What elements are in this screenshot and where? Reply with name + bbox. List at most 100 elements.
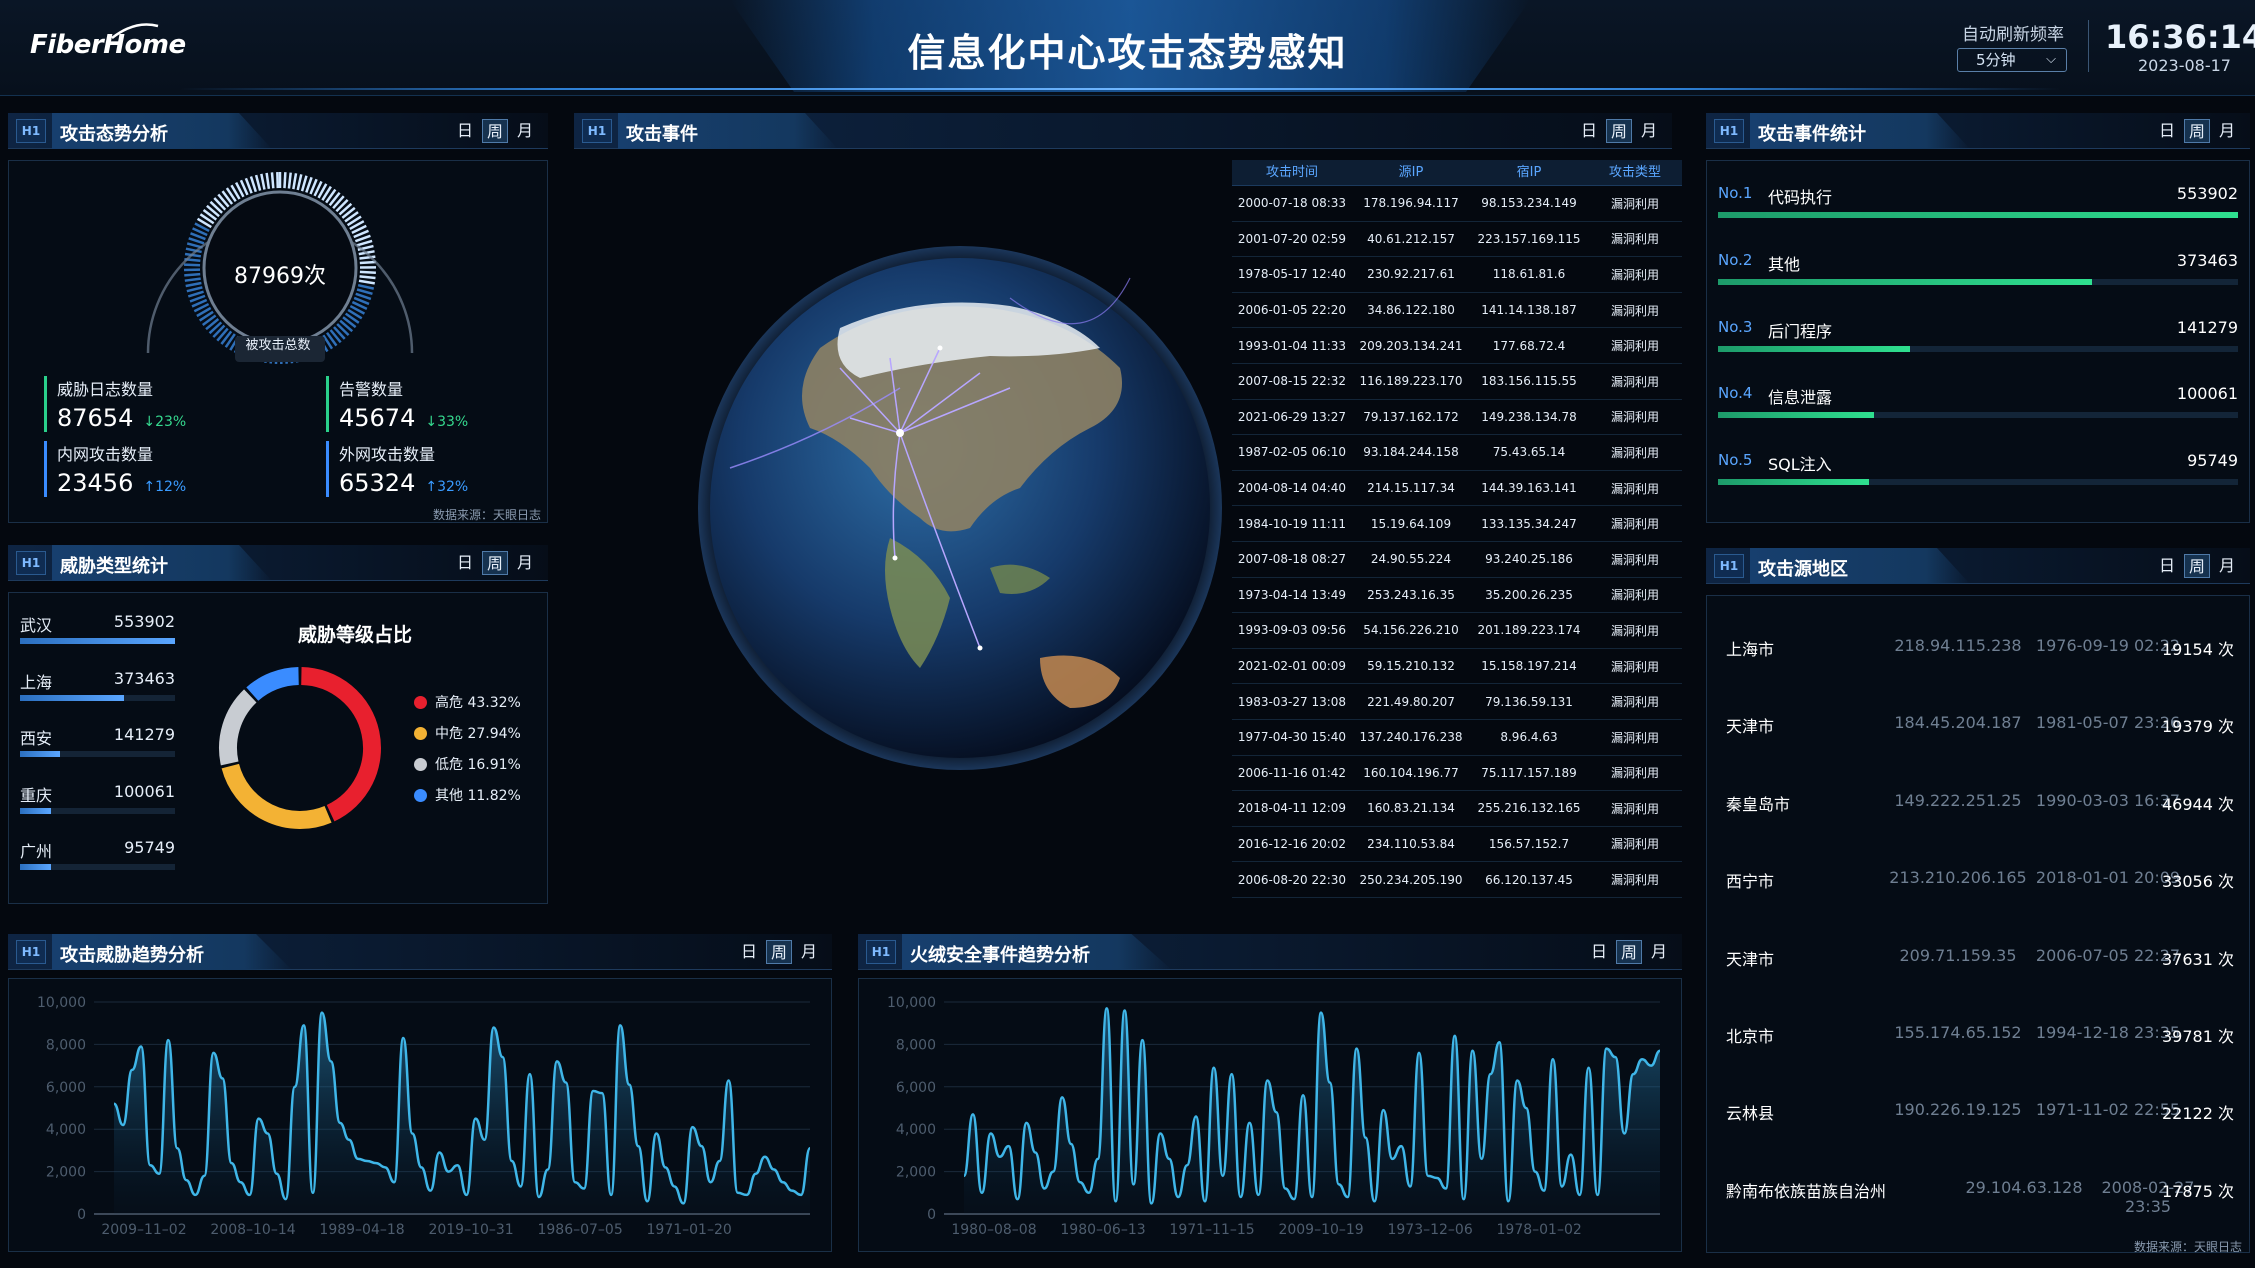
legend-item[interactable]: 低危 16.91% — [414, 754, 521, 774]
tab-week[interactable]: 周 — [482, 119, 508, 143]
tab-month[interactable]: 月 — [2214, 554, 2240, 578]
rank-bar-fill — [1718, 278, 2093, 285]
table-row[interactable]: 2000-07-18 08:33 178.196.94.117 98.153.234… — [1232, 186, 1682, 222]
table-row[interactable]: 1993-09-03 09:56 54.156.226.210 201.189.22… — [1232, 613, 1682, 649]
table-row[interactable]: 2006-11-16 01:42 160.104.196.77 75.117.157… — [1232, 756, 1682, 792]
region-row[interactable]: 上海市 218.94.115.238 1976-09-19 02:22 19154 次 — [1718, 636, 2238, 660]
tab-week[interactable]: 周 — [766, 940, 792, 964]
stat-value-row: 65324 ↑32% — [339, 469, 468, 497]
tab-month[interactable]: 月 — [2214, 119, 2240, 143]
legend-item[interactable]: 高危 43.32% — [414, 692, 521, 712]
table-cell: 79.136.59.131 — [1485, 694, 1573, 709]
table-row[interactable]: 2006-08-20 22:30 250.234.205.190 66.120.13… — [1232, 862, 1682, 898]
city-bar-track — [20, 751, 175, 757]
region-row[interactable]: 天津市 184.45.204.187 1981-05-07 23:26 19379 次 — [1718, 713, 2238, 737]
tab-month[interactable]: 月 — [796, 940, 822, 964]
region-name: 西宁市 — [1726, 872, 1775, 892]
tab-day[interactable]: 日 — [452, 119, 478, 143]
panel-h1-icon: H1 — [16, 551, 46, 575]
table-row[interactable]: 2018-04-11 12:09 160.83.21.134 255.216.132… — [1232, 791, 1682, 827]
tab-day[interactable]: 日 — [1586, 940, 1612, 964]
legend-item[interactable]: 中危 27.94% — [414, 723, 521, 743]
region-row[interactable]: 黔南布依族苗族自治州 29.104.63.128 2008-02-27 23:35 1… — [1718, 1178, 2238, 1216]
table-cell: 116.189.223.170 — [1359, 374, 1463, 389]
table-row[interactable]: 2016-12-16 20:02 234.110.53.84 156.57.152.… — [1232, 827, 1682, 863]
table-row[interactable]: 1987-02-05 06:10 93.184.244.158 75.43.65.1… — [1232, 435, 1682, 471]
attack-globe — [698, 246, 1222, 770]
table-row[interactable]: 1973-04-14 13:49 253.243.16.35 35.200.26.2… — [1232, 578, 1682, 614]
y-tick-label: 2,000 — [896, 1165, 936, 1181]
table-row[interactable]: 1993-01-04 11:33 209.203.134.241 177.68.72… — [1232, 328, 1682, 364]
table-cell: 2001-07-20 02:59 — [1237, 231, 1347, 246]
region-row[interactable]: 北京市 155.174.65.152 1994-12-18 23:35 39781 次 — [1718, 1023, 2238, 1047]
tab-month[interactable]: 月 — [1646, 940, 1672, 964]
rank-number: No.5 — [1718, 451, 1753, 470]
table-row[interactable]: 2006-01-05 22:20 34.86.122.180 141.14.138.… — [1232, 293, 1682, 329]
table-cell: 漏洞利用 — [1610, 267, 1659, 282]
region-row[interactable]: 秦皇岛市 149.222.251.25 1990-03-03 16:37 46944 … — [1718, 791, 2238, 815]
tab-day[interactable]: 日 — [2154, 119, 2180, 143]
tab-month[interactable]: 月 — [1636, 119, 1662, 143]
table-row[interactable]: 1984-10-19 11:11 15.19.64.109 133.135.34.2… — [1232, 506, 1682, 542]
table-cell: 漏洞利用 — [1610, 552, 1659, 567]
rank-number: No.2 — [1718, 250, 1753, 269]
x-tick-label: 2019–10–31 — [428, 1222, 513, 1238]
panel-title: 攻击事件 — [626, 124, 698, 145]
table-cell: 253.243.16.35 — [1367, 587, 1455, 602]
stat-change: ↑32% — [425, 479, 469, 495]
donut-segment[interactable] — [246, 667, 300, 702]
column-header[interactable]: 宿IP — [1470, 160, 1588, 185]
city-row: 武汉 553902 — [20, 612, 175, 644]
table-row[interactable]: 2021-02-01 00:09 59.15.210.132 15.158.197.… — [1232, 649, 1682, 685]
rank-value: 553902 — [2176, 184, 2238, 203]
table-row[interactable]: 2004-08-14 04:40 214.15.117.34 144.39.163.… — [1232, 471, 1682, 507]
table-cell: 133.135.34.247 — [1481, 516, 1577, 531]
table-cell: 2021-06-29 13:27 — [1237, 409, 1347, 424]
table-cell: 漏洞利用 — [1610, 445, 1659, 460]
tab-week[interactable]: 周 — [482, 551, 508, 575]
tab-day[interactable]: 日 — [1576, 119, 1602, 143]
table-cell: 35.200.26.235 — [1485, 587, 1573, 602]
tab-day[interactable]: 日 — [2154, 554, 2180, 578]
table-row[interactable]: 2001-07-20 02:59 40.61.212.157 223.157.169… — [1232, 222, 1682, 258]
tab-month[interactable]: 月 — [512, 551, 538, 575]
donut-segment[interactable] — [300, 667, 381, 822]
donut-segment[interactable] — [221, 763, 332, 829]
tab-month[interactable]: 月 — [512, 119, 538, 143]
refresh-frequency-select[interactable]: 5分钟 ⌵ — [1957, 48, 2067, 72]
column-header[interactable]: 攻击类型 — [1588, 160, 1682, 185]
tab-day[interactable]: 日 — [452, 551, 478, 575]
table-cell: 54.156.226.210 — [1363, 623, 1459, 638]
tab-day[interactable]: 日 — [736, 940, 762, 964]
table-cell: 255.216.132.165 — [1477, 801, 1581, 816]
region-row[interactable]: 云林县 190.226.19.125 1971-11-02 22:55 22122 次 — [1718, 1100, 2238, 1124]
donut-segment[interactable] — [219, 689, 257, 766]
tab-week[interactable]: 周 — [1616, 940, 1642, 964]
region-row[interactable]: 天津市 209.71.159.35 2006-07-05 22:27 37631 次 — [1718, 946, 2238, 970]
table-cell: 漏洞利用 — [1610, 410, 1659, 425]
tab-week[interactable]: 周 — [1606, 119, 1632, 143]
period-tabs: 日 周 月 — [452, 119, 538, 143]
panel-h1-icon: H1 — [16, 940, 46, 964]
source-region-header: H1 攻击源地区 日 周 月 — [1706, 548, 2250, 584]
table-row[interactable]: 1977-04-30 15:40 137.240.176.238 8.96.4.63… — [1232, 720, 1682, 756]
city-value: 100061 — [113, 781, 175, 801]
tab-week[interactable]: 周 — [2184, 119, 2210, 143]
table-row[interactable]: 1978-05-17 12:40 230.92.217.61 118.61.81.6… — [1232, 257, 1682, 293]
table-cell: 118.61.81.6 — [1492, 267, 1566, 282]
table-cell: 漏洞利用 — [1610, 695, 1659, 710]
column-header[interactable]: 源IP — [1352, 160, 1470, 185]
huorong-trend-header: H1 火绒安全事件趋势分析 日 周 月 — [858, 934, 1682, 970]
legend-item[interactable]: 其他 11.82% — [414, 785, 521, 805]
table-row[interactable]: 2007-08-15 22:32 116.189.223.170 183.156.1… — [1232, 364, 1682, 400]
table-cell: 223.157.169.115 — [1477, 231, 1581, 246]
table-row[interactable]: 2007-08-18 08:27 24.90.55.224 93.240.25.18… — [1232, 542, 1682, 578]
column-header[interactable]: 攻击时间 — [1232, 160, 1352, 185]
panel-h1-icon: H1 — [582, 119, 612, 143]
stat-change: ↓23% — [143, 414, 187, 430]
table-row[interactable]: 1983-03-27 13:08 221.49.80.207 79.136.59.1… — [1232, 684, 1682, 720]
region-row[interactable]: 西宁市 213.210.206.165 2018-01-01 20:09 33056 … — [1718, 868, 2238, 892]
table-row[interactable]: 2021-06-29 13:27 79.137.162.172 149.238.13… — [1232, 400, 1682, 436]
city-name: 广州 — [20, 842, 53, 861]
tab-week[interactable]: 周 — [2184, 554, 2210, 578]
